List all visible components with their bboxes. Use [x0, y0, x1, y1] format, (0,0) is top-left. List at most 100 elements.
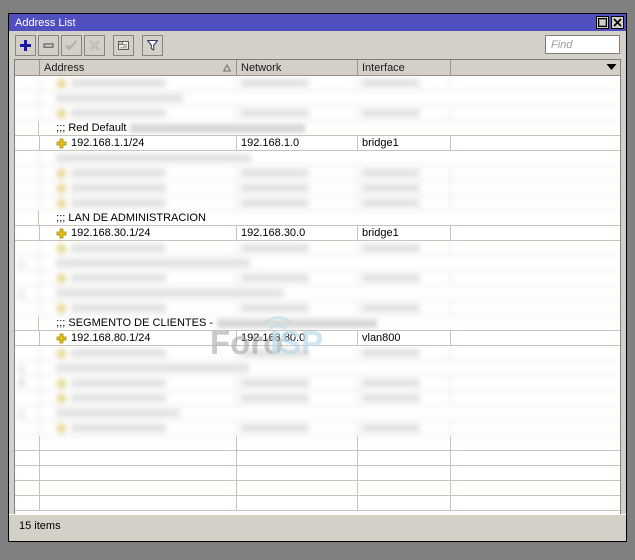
filter-button[interactable] [142, 34, 163, 56]
extra-cell [451, 181, 620, 195]
table-row-empty[interactable] [15, 451, 620, 466]
table-row-comment[interactable]: ;; [15, 256, 620, 271]
enable-button[interactable] [61, 34, 82, 56]
redacted-text [71, 199, 166, 207]
column-header-network[interactable]: Network [237, 60, 358, 75]
interface-cell: vlan800 [358, 331, 451, 345]
disable-button[interactable] [84, 34, 105, 56]
network-cell: 192.168.1.0 [237, 136, 358, 150]
address-icon [56, 78, 67, 89]
comment-button[interactable] [113, 34, 134, 56]
table-row[interactable] [15, 76, 620, 91]
row-flags: X [15, 376, 40, 390]
row-flags [15, 331, 40, 345]
table-row-empty[interactable] [15, 436, 620, 451]
table-row[interactable] [15, 271, 620, 286]
search-input[interactable]: Find [545, 35, 620, 54]
network-cell [237, 241, 358, 255]
comment-cell [39, 286, 620, 300]
table-row-comment[interactable]: ;; [15, 406, 620, 421]
table-row-comment[interactable]: ;; [15, 361, 620, 376]
comment-cell [39, 361, 620, 375]
table-row[interactable]: X [15, 376, 620, 391]
title-bar[interactable]: Address List [9, 14, 626, 31]
redacted-text [241, 394, 309, 402]
table-row[interactable] [15, 421, 620, 436]
column-header-extra[interactable] [451, 60, 620, 75]
table-row-comment[interactable]: ;;; SEGMENTO DE CLIENTES - [15, 316, 620, 331]
column-header-interface-label: Interface [362, 61, 405, 74]
table-row[interactable] [15, 241, 620, 256]
extra-cell [451, 76, 620, 90]
address-icon [56, 198, 67, 209]
search-placeholder: Find [551, 38, 573, 51]
column-header-interface[interactable]: Interface [358, 60, 451, 75]
interface-cell [358, 106, 451, 120]
redacted-text [56, 364, 250, 372]
table-row-comment[interactable] [15, 151, 620, 166]
table-row[interactable] [15, 181, 620, 196]
add-button[interactable] [15, 34, 36, 56]
maximize-button[interactable] [596, 16, 609, 29]
redacted-text [71, 394, 166, 402]
address-icon [56, 183, 67, 194]
interface-cell [358, 466, 451, 480]
table-row[interactable] [15, 391, 620, 406]
address-cell [40, 241, 237, 255]
close-button[interactable] [611, 16, 624, 29]
address-cell [40, 376, 237, 390]
redacted-text [56, 289, 285, 297]
redacted-text [56, 94, 184, 102]
column-header-address-label: Address [44, 61, 85, 74]
redacted-text [241, 349, 309, 357]
table-row[interactable] [15, 196, 620, 211]
comment-text: ;;; Red Default [56, 121, 127, 134]
interface-cell [358, 421, 451, 435]
comment-cell: ;;; SEGMENTO DE CLIENTES - [39, 316, 620, 330]
table-row-empty[interactable] [15, 496, 620, 511]
row-flags [15, 91, 40, 105]
window-bottom-padding [9, 536, 626, 541]
redacted-text [362, 379, 420, 387]
table-row-comment[interactable]: ;;; Red Default [15, 121, 620, 136]
table-row-comment[interactable]: ;; [15, 286, 620, 301]
network-cell [237, 271, 358, 285]
comment-text: ;;; SEGMENTO DE CLIENTES - [56, 316, 214, 329]
address-icon [56, 273, 67, 284]
row-flags [15, 136, 40, 150]
table-row-empty[interactable] [15, 466, 620, 481]
address-list-window: Address List Find Address Network Interf… [8, 13, 627, 542]
table-row[interactable]: 192.168.1.1/24 192.168.1.0 bridge1 [15, 136, 620, 151]
remove-button[interactable] [38, 34, 59, 56]
redacted-text [56, 409, 181, 417]
table-row[interactable] [15, 106, 620, 121]
interface-cell [358, 166, 451, 180]
redacted-text [56, 259, 251, 267]
table-body: ;;; Red Default 192.168.1.1/24 192.168.1.0… [15, 76, 620, 511]
table-row[interactable] [15, 301, 620, 316]
chevron-down-icon[interactable] [606, 62, 617, 74]
network-cell [237, 496, 358, 510]
table-row-empty[interactable] [15, 481, 620, 496]
column-header-address[interactable]: Address [40, 60, 237, 75]
redacted-text [241, 184, 309, 192]
interface-cell [358, 301, 451, 315]
column-header-flags[interactable] [15, 60, 40, 75]
redacted-text [362, 304, 420, 312]
table-row[interactable]: 192.168.30.1/24 192.168.30.0 bridge1 [15, 226, 620, 241]
table-row[interactable]: 192.168.80.1/24 192.168.80.0 vlan800 [15, 331, 620, 346]
address-icon [56, 423, 67, 434]
extra-cell [451, 451, 620, 465]
table-row[interactable] [15, 346, 620, 361]
interface-cell [358, 241, 451, 255]
sort-ascending-icon [222, 63, 232, 75]
table-row-comment[interactable] [15, 91, 620, 106]
extra-cell [451, 496, 620, 510]
network-cell [237, 451, 358, 465]
redacted-text [71, 79, 166, 87]
comment-cell [39, 151, 620, 165]
table-row[interactable] [15, 166, 620, 181]
column-header-network-label: Network [241, 61, 282, 74]
table-row-comment[interactable]: ;;; LAN DE ADMINISTRACION [15, 211, 620, 226]
row-flags: ;; [15, 256, 40, 270]
